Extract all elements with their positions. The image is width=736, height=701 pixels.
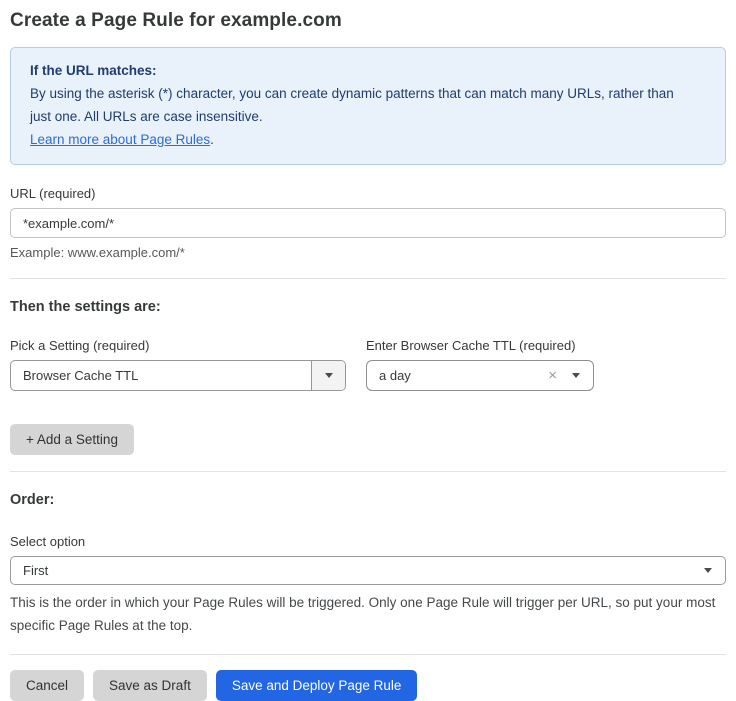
save-as-draft-button[interactable]: Save as Draft bbox=[93, 670, 207, 701]
order-select-value: First bbox=[11, 563, 704, 578]
chevron-down-icon bbox=[572, 373, 580, 378]
setting-picker-group: Pick a Setting (required) Browser Cache … bbox=[10, 338, 346, 391]
order-select[interactable]: First bbox=[10, 556, 726, 585]
divider bbox=[10, 654, 726, 655]
link-suffix: . bbox=[210, 132, 214, 147]
url-field-group: URL (required) Example: www.example.com/… bbox=[10, 186, 726, 260]
order-select-arrow bbox=[704, 568, 725, 573]
divider bbox=[10, 471, 726, 472]
url-field-label: URL (required) bbox=[10, 186, 726, 201]
chevron-down-icon bbox=[325, 373, 333, 378]
clear-icon[interactable]: × bbox=[548, 368, 557, 383]
save-and-deploy-button[interactable]: Save and Deploy Page Rule bbox=[216, 670, 418, 701]
setting-picker-select[interactable]: Browser Cache TTL bbox=[10, 360, 346, 391]
divider bbox=[10, 278, 726, 279]
info-box-heading: If the URL matches: bbox=[30, 59, 706, 82]
create-page-rule-form: Create a Page Rule for example.com If th… bbox=[0, 10, 736, 701]
ttl-picker-combobox[interactable]: a day × bbox=[366, 360, 594, 391]
url-example-hint: Example: www.example.com/* bbox=[10, 245, 726, 260]
setting-picker-arrow-section[interactable] bbox=[311, 361, 345, 390]
add-setting-button[interactable]: + Add a Setting bbox=[10, 424, 134, 455]
order-help-text: This is the order in which your Page Rul… bbox=[10, 591, 726, 637]
learn-more-link[interactable]: Learn more about Page Rules bbox=[30, 132, 210, 147]
settings-section-heading: Then the settings are: bbox=[10, 299, 726, 315]
setting-picker-label: Pick a Setting (required) bbox=[10, 338, 346, 353]
cancel-button[interactable]: Cancel bbox=[10, 670, 84, 701]
info-box-body: By using the asterisk (*) character, you… bbox=[30, 82, 690, 128]
order-section-heading: Order: bbox=[10, 492, 726, 508]
url-match-info-box: If the URL matches: By using the asteris… bbox=[10, 47, 726, 165]
ttl-picker-group: Enter Browser Cache TTL (required) a day… bbox=[366, 338, 594, 391]
page-title: Create a Page Rule for example.com bbox=[10, 10, 726, 32]
info-box-link-line: Learn more about Page Rules. bbox=[30, 128, 706, 151]
chevron-down-icon bbox=[704, 568, 712, 573]
order-select-group: Select option First This is the order in… bbox=[10, 534, 726, 637]
setting-picker-value: Browser Cache TTL bbox=[11, 368, 311, 383]
ttl-picker-label: Enter Browser Cache TTL (required) bbox=[366, 338, 594, 353]
ttl-picker-value: a day bbox=[367, 368, 548, 383]
settings-row: Pick a Setting (required) Browser Cache … bbox=[10, 338, 726, 391]
order-select-label: Select option bbox=[10, 534, 726, 549]
footer-actions: Cancel Save as Draft Save and Deploy Pag… bbox=[10, 670, 726, 701]
url-input[interactable] bbox=[10, 208, 726, 238]
